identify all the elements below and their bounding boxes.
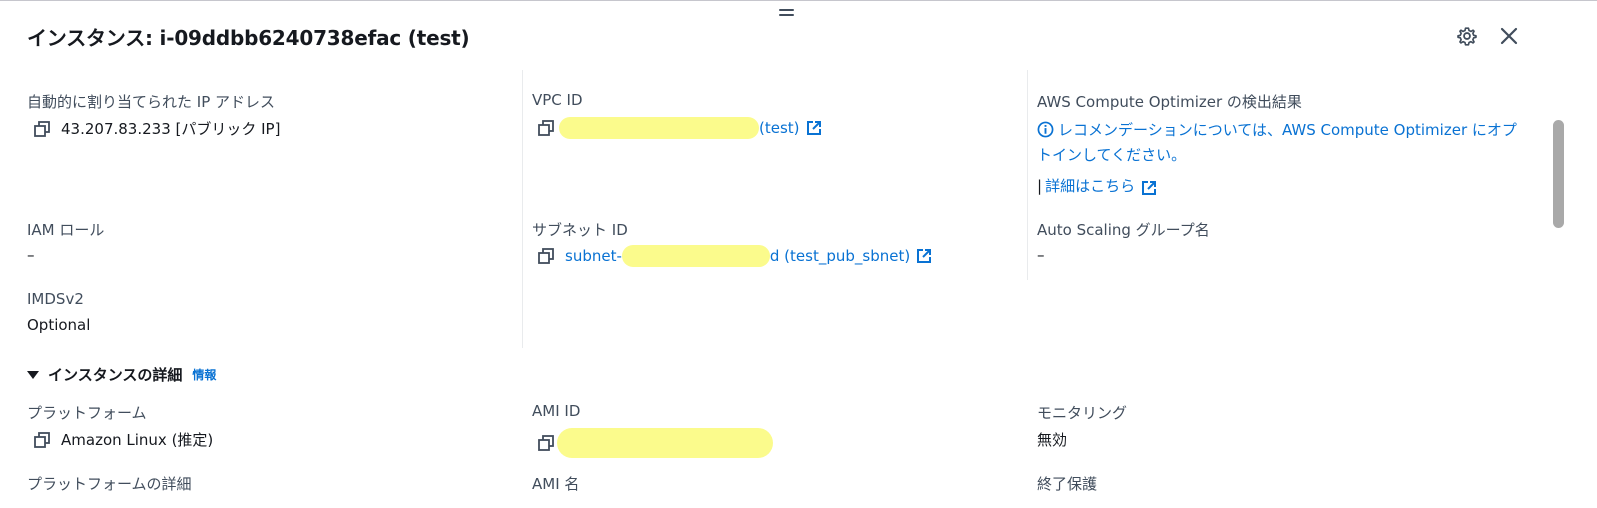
copy-icon[interactable] — [33, 120, 51, 138]
external-link-icon[interactable] — [916, 248, 932, 264]
copy-icon[interactable] — [537, 119, 555, 137]
platform-value: Amazon Linux (推定) — [33, 429, 213, 450]
termination-protection-label: 終了保護 — [1037, 475, 1098, 493]
iam-role-value: – — [27, 246, 35, 264]
redacted-subnet-id — [621, 245, 770, 267]
scrollbar-track[interactable] — [1547, 4, 1567, 508]
panel-top-border — [0, 0, 1597, 4]
scrollbar-thumb[interactable] — [1553, 120, 1564, 228]
drag-handle-line — [779, 9, 794, 11]
subnet-id-label: サブネット ID — [532, 221, 628, 239]
vpc-id-value: (test) — [537, 117, 822, 139]
instance-details-heading: インスタンスの詳細 — [48, 366, 183, 384]
asg-name-value: – — [1037, 246, 1045, 264]
iam-role-label: IAM ロール — [27, 221, 105, 239]
optimizer-more-link[interactable]: 詳細はこちら — [1045, 174, 1135, 199]
auto-ip-text: 43.207.83.233 [パブリック IP] — [61, 120, 281, 138]
gear-icon[interactable] — [1456, 25, 1478, 47]
ami-name-label: AMI 名 — [532, 475, 580, 493]
optimizer-message: レコメンデーションについては、AWS Compute Optimizer にオプ… — [1037, 118, 1527, 199]
asg-name-label: Auto Scaling グループ名 — [1037, 221, 1210, 239]
instance-details-toggle[interactable]: インスタンスの詳細 情報 — [27, 364, 216, 385]
redacted-ami-id — [557, 428, 773, 458]
imdsv2-label: IMDSv2 — [27, 290, 84, 308]
resize-handle[interactable] — [779, 9, 794, 18]
column-divider — [1027, 70, 1028, 280]
close-icon[interactable] — [1498, 25, 1520, 47]
redacted-vpc-id — [559, 117, 759, 139]
optimizer-opt-in-link[interactable]: レコメンデーションについては、AWS Compute Optimizer にオプ… — [1037, 121, 1517, 164]
subnet-id-prefix[interactable]: subnet- — [565, 247, 622, 265]
monitoring-label: モニタリング — [1037, 404, 1128, 422]
copy-icon[interactable] — [537, 434, 555, 452]
vpc-id-label: VPC ID — [532, 91, 583, 109]
vpc-id-link[interactable]: (test) — [759, 119, 800, 137]
optimizer-label: AWS Compute Optimizer の検出結果 — [1037, 93, 1302, 111]
column-divider — [522, 70, 523, 348]
info-icon — [1037, 121, 1054, 138]
ami-id-label: AMI ID — [532, 402, 581, 420]
drag-handle-line — [779, 14, 794, 16]
imdsv2-value: Optional — [27, 316, 91, 334]
optimizer-separator: | — [1037, 177, 1043, 195]
caret-down-icon — [27, 370, 39, 379]
platform-details-label: プラットフォームの詳細 — [27, 475, 192, 493]
monitoring-value: 無効 — [1037, 431, 1068, 449]
external-link-icon[interactable] — [806, 120, 822, 136]
auto-ip-value: 43.207.83.233 [パブリック IP] — [33, 118, 280, 139]
platform-text: Amazon Linux (推定) — [61, 431, 214, 449]
info-link[interactable]: 情報 — [192, 366, 216, 383]
subnet-id-value: subnet- d (test_pub_sbnet) — [537, 245, 932, 267]
external-link-icon[interactable] — [1141, 179, 1157, 195]
auto-ip-label: 自動的に割り当てられた IP アドレス — [27, 93, 276, 111]
panel-title: インスタンス: i-09ddbb6240738efac (test) — [27, 26, 470, 50]
platform-label: プラットフォーム — [27, 404, 147, 422]
copy-icon[interactable] — [537, 247, 555, 265]
ami-id-value — [537, 428, 773, 458]
copy-icon[interactable] — [33, 431, 51, 449]
subnet-id-link[interactable]: d (test_pub_sbnet) — [770, 247, 910, 265]
